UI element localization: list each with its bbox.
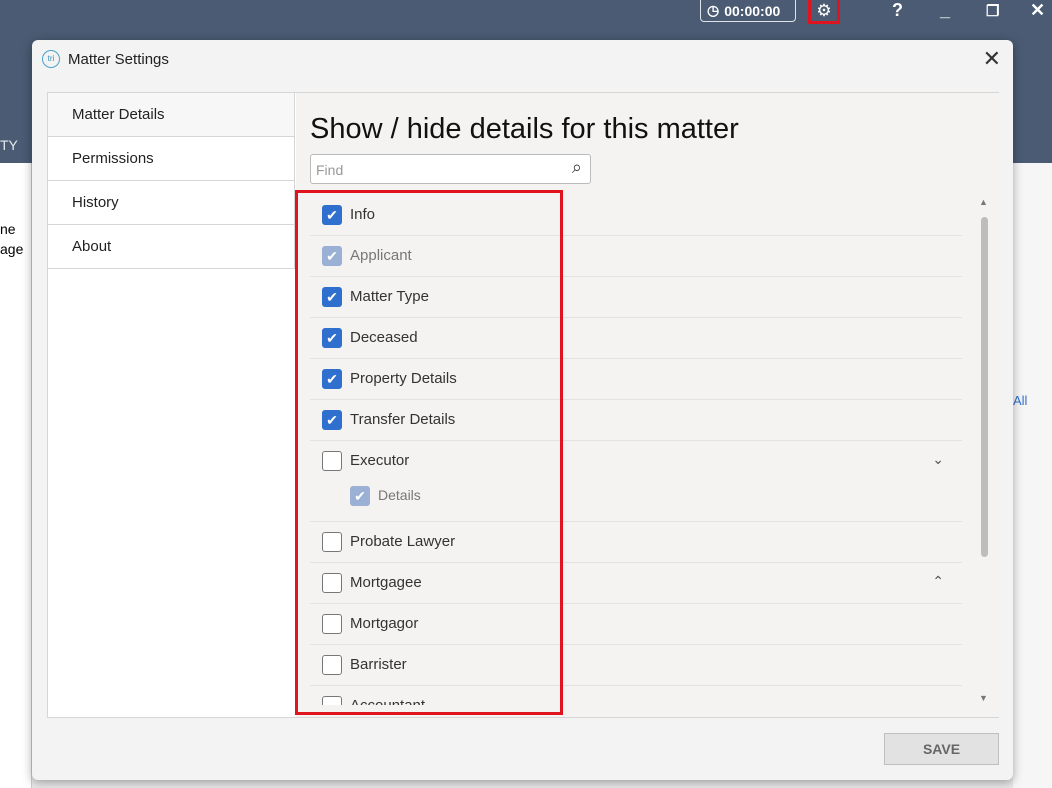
nav-history[interactable]: History — [48, 181, 295, 225]
page-title: Show / hide details for this matter — [310, 113, 739, 145]
background-panel: All — [1013, 163, 1052, 788]
app-logo: tri — [42, 50, 60, 68]
find-input[interactable]: Find ⌕ — [310, 154, 591, 184]
window-close-icon[interactable]: ✕ — [1030, 0, 1045, 21]
scrollbar[interactable]: ▲ ▼ — [977, 195, 991, 705]
nav-matter-details[interactable]: Matter Details — [48, 93, 295, 137]
chevron-up-icon[interactable]: ⌃ — [932, 573, 944, 590]
chevron-down-icon[interactable]: ⌄ — [932, 451, 944, 468]
highlight-box — [295, 190, 563, 715]
bg-text: age — [0, 241, 24, 257]
nav-about[interactable]: About — [48, 225, 295, 269]
bg-text: TY — [0, 137, 18, 153]
settings-nav: Matter Details Permissions History About — [48, 93, 295, 269]
search-icon[interactable]: ⌕ — [572, 157, 582, 178]
clock-icon: ◷ — [707, 2, 720, 18]
settings-gear-icon[interactable]: ⚙ — [808, 0, 840, 24]
dialog-title: Matter Settings — [68, 50, 169, 68]
restore-icon[interactable]: ❐ — [986, 2, 999, 20]
minimize-icon[interactable]: _ — [940, 0, 950, 21]
bg-text: ne — [0, 221, 16, 237]
background-panel: ne age — [0, 163, 32, 788]
scrollbar-thumb[interactable] — [981, 217, 988, 557]
close-icon[interactable]: ✕ — [983, 46, 1001, 72]
save-button[interactable]: SAVE — [884, 733, 999, 765]
bg-link[interactable]: All — [1013, 393, 1027, 408]
help-icon[interactable]: ? — [892, 0, 903, 21]
nav-permissions[interactable]: Permissions — [48, 137, 295, 181]
timer-button[interactable]: ◷ 00:00:00 — [700, 0, 796, 22]
